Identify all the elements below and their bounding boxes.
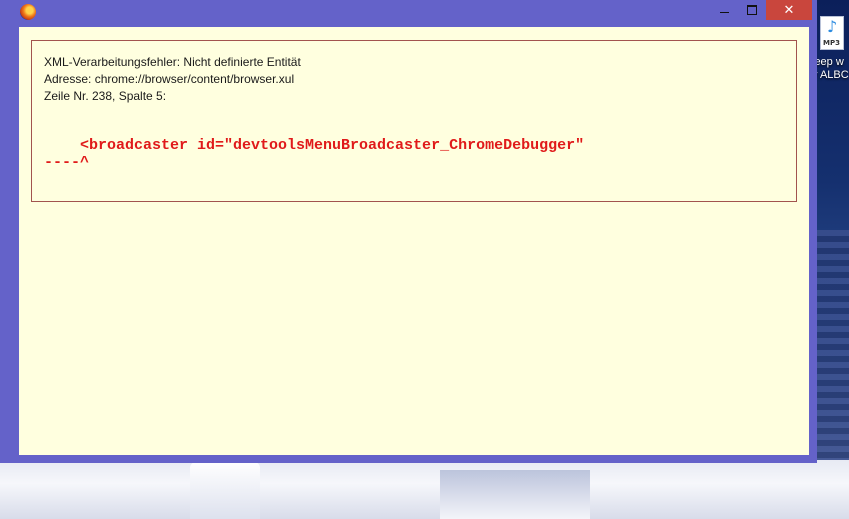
desktop-background-floor [0, 460, 849, 519]
maximize-icon [747, 5, 757, 15]
maximize-button[interactable] [739, 0, 765, 20]
error-source-line: <broadcaster id="devtoolsMenuBroadcaster… [44, 137, 585, 154]
minimize-button[interactable] [711, 0, 737, 20]
desktop-background-structure [440, 470, 590, 519]
browser-window: ✕ XML-Verarbeitungsfehler: Nicht definie… [0, 0, 817, 463]
firefox-icon[interactable] [20, 4, 36, 20]
desktop-icon-label-line1: leep w [812, 56, 844, 68]
error-location: Zeile Nr. 238, Spalte 5: [44, 89, 167, 103]
error-address: Adresse: chrome://browser/content/browse… [44, 72, 295, 86]
desktop-icon-label: leep w y ALBC [812, 56, 849, 82]
xml-error-box: XML-Verarbeitungsfehler: Nicht definiert… [31, 40, 797, 202]
title-bar[interactable]: ✕ [0, 0, 817, 26]
desktop-icon-label-line2: y ALBC [812, 69, 849, 81]
music-note-icon: ♪ [827, 17, 838, 36]
minimize-icon [719, 12, 729, 13]
page-content: XML-Verarbeitungsfehler: Nicht definiert… [19, 27, 809, 455]
error-pointer-line: ----^ [44, 154, 90, 171]
error-title: XML-Verarbeitungsfehler: Nicht definiert… [44, 55, 301, 69]
desktop-background-pillar [190, 462, 260, 519]
close-icon: ✕ [783, 2, 795, 18]
mp3-file-icon: ♪ MP3 [820, 16, 844, 50]
desktop-icon-mp3-file[interactable]: ♪ MP3 leep w y ALBC [812, 16, 849, 91]
file-type-tag: MP3 [823, 39, 840, 47]
close-button[interactable]: ✕ [766, 0, 812, 20]
